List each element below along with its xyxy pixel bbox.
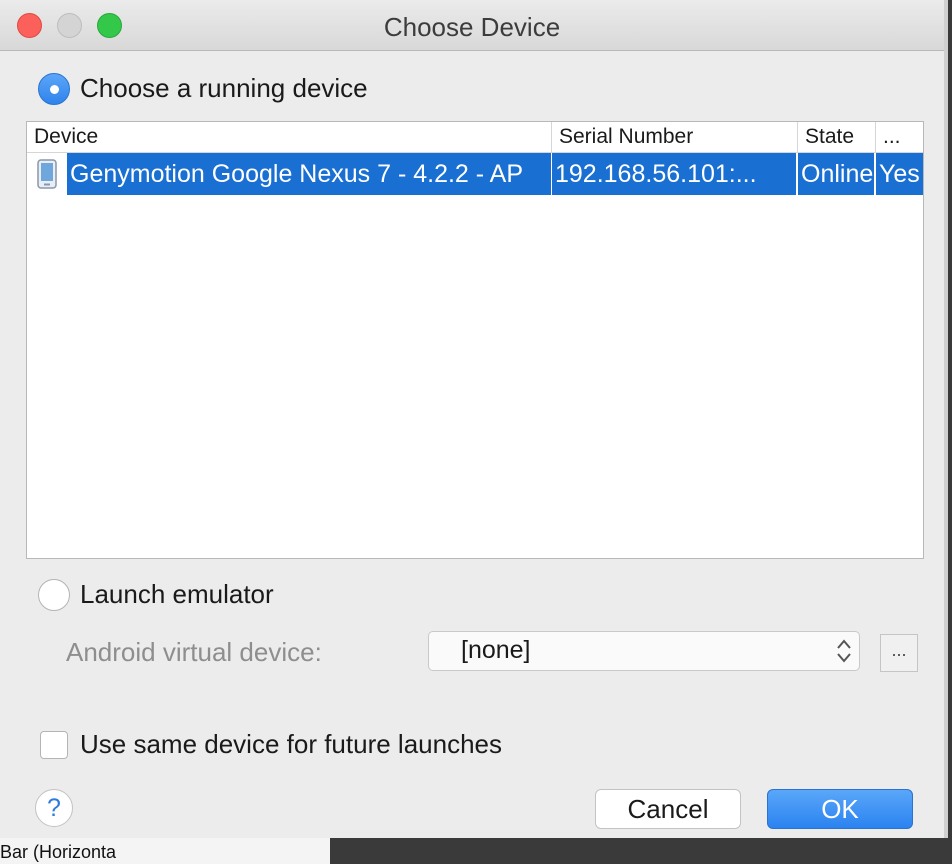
updown-chevron-icon [837,639,851,663]
title-bar: Choose Device [0,0,944,51]
column-header-more[interactable]: ... [875,122,923,152]
state-cell: Online [798,153,874,195]
same-device-label: Use same device for future launches [80,729,502,759]
device-name-cell: Genymotion Google Nexus 7 - 4.2.2 - AP [67,153,551,195]
same-device-checkbox[interactable] [40,731,68,759]
ok-button[interactable]: OK [767,789,913,829]
launch-emulator-radio[interactable] [38,579,70,611]
serial-number-cell: 192.168.56.101:... [552,153,796,195]
help-icon[interactable]: ? [35,789,73,827]
browse-avd-button[interactable]: ... [880,634,918,672]
column-header-serial-number[interactable]: Serial Number [551,122,797,152]
device-table: Device Serial Number State ... Genymotio… [26,121,924,559]
table-header: Device Serial Number State ... [27,122,923,153]
choose-device-dialog: Choose Device Choose a running device De… [0,0,948,838]
avd-label: Android virtual device: [66,637,322,667]
column-header-device[interactable]: Device [27,122,551,152]
window-title: Choose Device [383,12,561,42]
avd-select[interactable]: [none] [428,631,860,671]
phone-icon [37,159,57,189]
cancel-button[interactable]: Cancel [595,789,741,829]
extra-cell: Yes [876,153,923,195]
launch-emulator-label: Launch emulator [80,579,274,609]
column-header-state[interactable]: State [797,122,875,152]
table-row[interactable]: Genymotion Google Nexus 7 - 4.2.2 - AP 1… [27,153,923,195]
avd-select-value: [none] [461,636,531,664]
running-device-radio[interactable] [38,73,70,105]
running-device-label: Choose a running device [80,73,368,103]
background-text: Bar (Horizonta [0,842,117,862]
